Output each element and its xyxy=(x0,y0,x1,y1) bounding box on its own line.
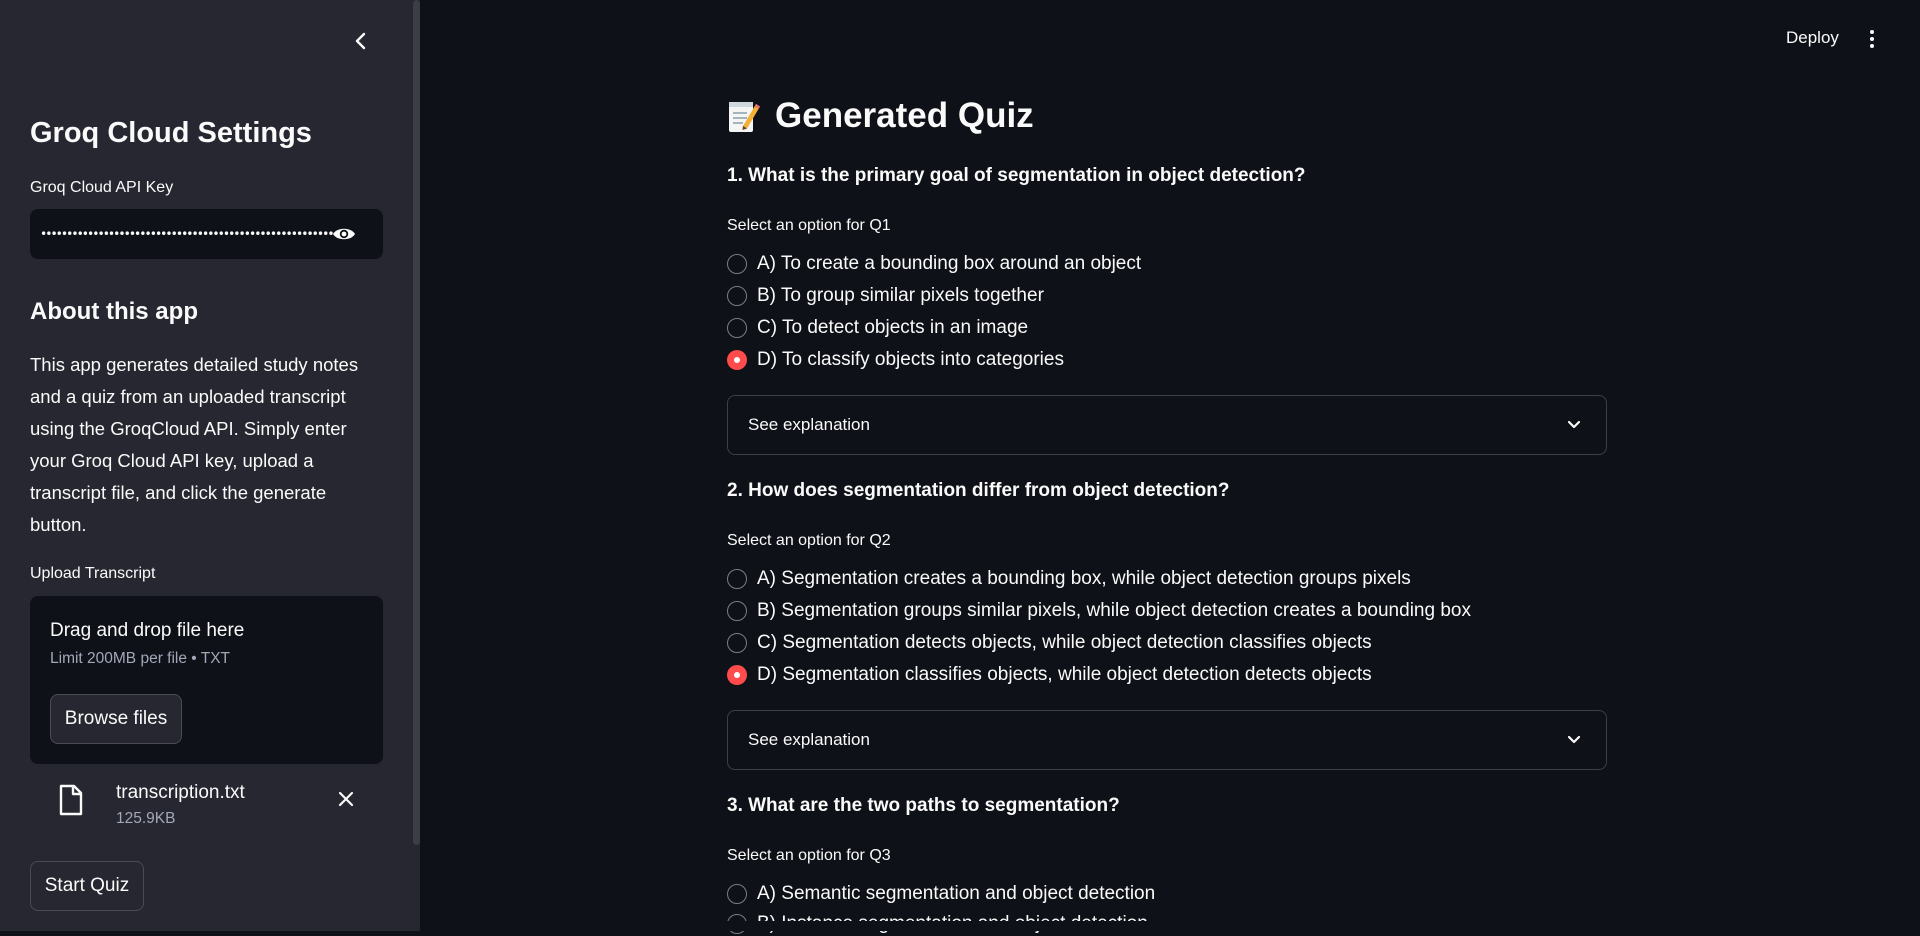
main-menu-button[interactable] xyxy=(1865,26,1879,52)
option-label: A) Semantic segmentation and object dete… xyxy=(757,883,1156,904)
upload-label: Upload Transcript xyxy=(30,565,156,582)
q1-option-d[interactable]: D) To classify objects into categories xyxy=(727,348,1064,372)
radio-button[interactable] xyxy=(727,633,747,653)
option-label: D) To classify objects into categories xyxy=(757,349,1064,370)
api-key-input[interactable]: ••••••••••••••••••••••••••••••••••••••••… xyxy=(30,209,383,259)
page-title: Generated Quiz xyxy=(727,96,1034,136)
radio-button[interactable] xyxy=(727,884,747,904)
question-1: 1. What is the primary goal of segmentat… xyxy=(727,165,1306,186)
file-size: 125.9KB xyxy=(116,810,176,827)
expander-label: See explanation xyxy=(748,730,870,749)
q2-option-a[interactable]: A) Segmentation creates a bounding box, … xyxy=(727,567,1411,591)
q2-option-b[interactable]: B) Segmentation groups similar pixels, w… xyxy=(727,599,1471,623)
deploy-button[interactable]: Deploy xyxy=(1786,28,1839,48)
explanation-expander-q1[interactable]: See explanation xyxy=(727,395,1607,455)
q2-option-d[interactable]: D) Segmentation classifies objects, whil… xyxy=(727,663,1372,687)
q1-option-c[interactable]: C) To detect objects in an image xyxy=(727,316,1028,340)
radio-button[interactable] xyxy=(727,318,747,338)
chevron-down-icon xyxy=(1567,735,1581,744)
explanation-expander-q2[interactable]: See explanation xyxy=(727,710,1607,770)
q1-option-a[interactable]: A) To create a bounding box around an ob… xyxy=(727,252,1141,276)
browse-files-button[interactable]: Browse files xyxy=(50,694,182,744)
option-label: C) To detect objects in an image xyxy=(757,317,1029,338)
dropzone-limit: Limit 200MB per file • TXT xyxy=(50,650,231,667)
collapse-sidebar-button[interactable] xyxy=(348,28,374,54)
sidebar-scrollbar[interactable] xyxy=(413,0,420,845)
dropzone-title: Drag and drop file here xyxy=(50,620,245,641)
close-icon[interactable] xyxy=(338,791,354,807)
select-label-q2: Select an option for Q2 xyxy=(727,532,891,549)
menu-dot-icon xyxy=(1870,37,1874,41)
chevron-left-icon xyxy=(355,32,366,50)
memo-icon xyxy=(729,102,760,132)
about-title: About this app xyxy=(30,298,198,325)
radio-button-selected[interactable] xyxy=(727,665,747,685)
uploaded-file: transcription.txt 125.9KB xyxy=(30,775,383,835)
option-label: A) To create a bounding box around an ob… xyxy=(757,253,1142,274)
menu-dot-icon xyxy=(1870,30,1874,34)
select-label-q3: Select an option for Q3 xyxy=(727,847,891,864)
menu-dot-icon xyxy=(1870,44,1874,48)
sidebar-title: Groq Cloud Settings xyxy=(30,117,312,149)
page-title-text: Generated Quiz xyxy=(775,96,1034,135)
question-2: 2. How does segmentation differ from obj… xyxy=(727,480,1230,501)
file-icon xyxy=(59,784,83,816)
radio-button[interactable] xyxy=(727,286,747,306)
start-quiz-button[interactable]: Start Quiz xyxy=(30,861,144,911)
q1-option-b[interactable]: B) To group similar pixels together xyxy=(727,284,1044,308)
option-label: D) Segmentation classifies objects, whil… xyxy=(757,664,1372,685)
select-label-q1: Select an option for Q1 xyxy=(727,217,891,234)
radio-button[interactable] xyxy=(727,254,747,274)
chevron-down-icon xyxy=(1567,420,1581,429)
api-key-label: Groq Cloud API Key xyxy=(30,179,174,196)
viewport-bottom-edge xyxy=(420,921,1920,931)
radio-button[interactable] xyxy=(727,601,747,621)
radio-button[interactable] xyxy=(727,569,747,589)
option-label: A) Segmentation creates a bounding box, … xyxy=(757,568,1411,589)
radio-button-selected[interactable] xyxy=(727,350,747,370)
about-text: This app generates detailed study notes … xyxy=(30,354,359,535)
file-name: transcription.txt xyxy=(116,782,245,803)
eye-icon xyxy=(333,228,355,240)
q3-option-a[interactable]: A) Semantic segmentation and object dete… xyxy=(727,882,1155,906)
option-label: B) To group similar pixels together xyxy=(757,285,1044,306)
option-label: C) Segmentation detects objects, while o… xyxy=(757,632,1372,653)
expander-label: See explanation xyxy=(748,415,870,434)
api-key-value: ••••••••••••••••••••••••••••••••••••••••… xyxy=(40,227,335,241)
file-dropzone[interactable]: Drag and drop file here Limit 200MB per … xyxy=(30,596,383,764)
question-3: 3. What are the two paths to segmentatio… xyxy=(727,795,1120,816)
q2-option-c[interactable]: C) Segmentation detects objects, while o… xyxy=(727,631,1372,655)
sidebar: Groq Cloud Settings Groq Cloud API Key •… xyxy=(0,0,420,931)
option-label: B) Segmentation groups similar pixels, w… xyxy=(757,600,1471,621)
show-password-button[interactable] xyxy=(331,222,357,246)
